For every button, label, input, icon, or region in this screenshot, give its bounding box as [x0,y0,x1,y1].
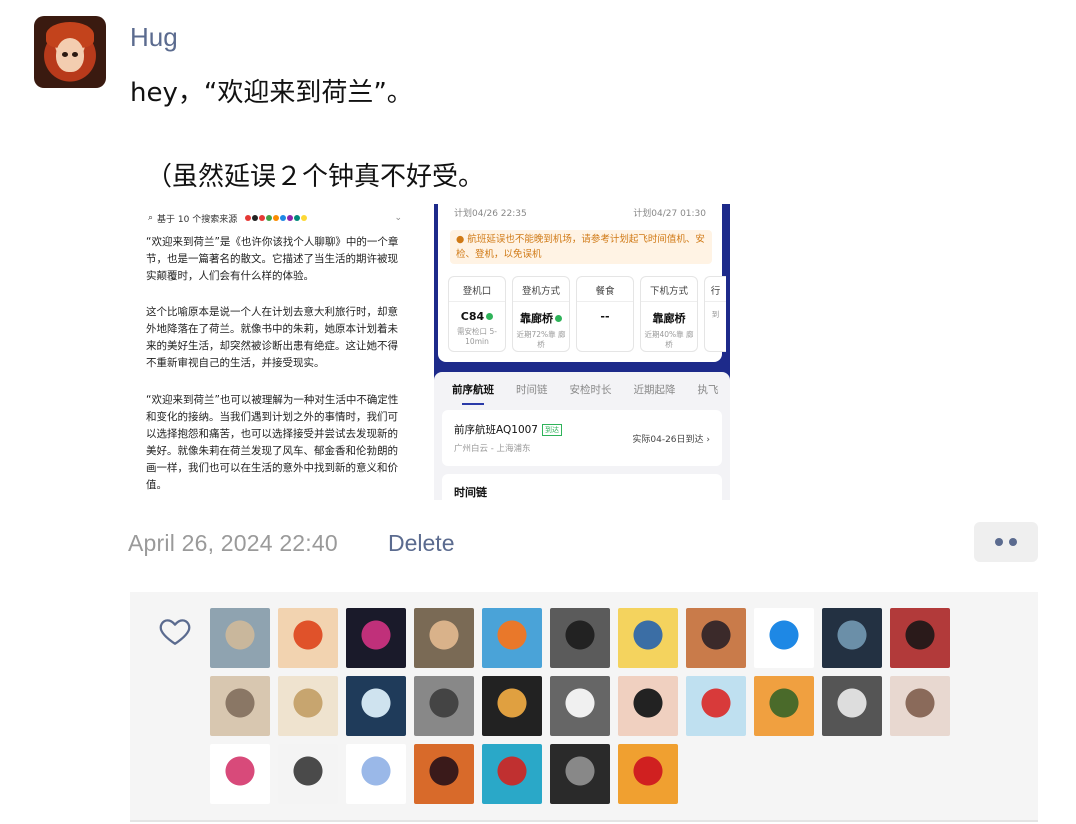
tab-operating: 执飞 [697,384,719,396]
liker-avatar[interactable] [414,744,474,804]
liker-avatar[interactable] [482,676,542,736]
liker-avatar[interactable] [210,676,270,736]
tab-recent-ops: 近期起降 [633,384,676,396]
tile-value: C84 [449,310,505,323]
liker-avatar[interactable] [278,744,338,804]
flight-route: 广州白云 - 上海浦东 [454,444,531,454]
source-favicons [245,215,308,221]
post-meta: April 26, 2024 22:40 Delete [128,530,454,557]
tile-header: 行 [705,277,726,302]
time-chain-title: 时间链 [454,486,487,499]
dot-icon [995,538,1003,546]
tile-value: 靠廊桥 [652,312,686,325]
tile-boarding: 登机方式 靠廊桥 近期72%靠 廊桥 [512,276,570,352]
warning-text: 航班延误也不能晚到机场，请参考计划起飞时间值机、安检、登机，以免误机 [456,234,705,260]
liker-avatar[interactable] [890,676,950,736]
author-name[interactable]: Hug [130,22,178,53]
delete-link[interactable]: Delete [388,530,454,557]
status-badge: 到达 [542,424,562,436]
liker-avatar[interactable] [278,676,338,736]
tile-header: 下机方式 [641,277,697,302]
liker-avatar[interactable] [618,608,678,668]
flight-actual: 实际04-26日到达 › [632,435,710,445]
time-chain-card: 时间链 [442,474,722,500]
heart-outline-icon[interactable] [158,614,192,648]
detail-tabs: 前序航班 时间链 安检时长 近期起降 执飞 [452,382,719,405]
tile-value: -- [600,310,610,323]
liker-avatar[interactable] [346,608,406,668]
flight-app-screenshot: 计划04/26 22:35 计划04/27 01:30 ● 航班延误也不能晚到机… [434,204,730,500]
sources-label: 基于 10 个搜索来源 [157,214,238,225]
tile-sub: 到 [711,310,720,319]
liker-avatar[interactable] [278,608,338,668]
liker-avatar[interactable] [482,744,542,804]
sources-row: ⌕ 基于 10 个搜索来源 ⌄ [148,210,402,226]
plan-times: 计划04/26 22:35 计划04/27 01:30 [454,206,706,219]
answer-paragraph-1: “欢迎来到荷兰”是《也许你该找个人聊聊》中的一个章节，也是一篇著名的散文。它描述… [146,236,399,282]
plan-arrival: 计划04/27 01:30 [633,209,706,219]
liker-avatar[interactable] [822,676,882,736]
avatar-eye-right [72,52,78,57]
tile-header: 登机口 [449,277,505,302]
liker-avatar[interactable] [550,676,610,736]
liker-avatar[interactable] [890,608,950,668]
more-actions-button[interactable] [974,522,1038,562]
tile-header: 登机方式 [513,277,569,302]
liker-avatar[interactable] [210,608,270,668]
liker-avatar[interactable] [414,608,474,668]
delay-warning: ● 航班延误也不能晚到机场，请参考计划起飞时间值机、安检、登机，以免误机 [450,230,712,264]
liker-avatar[interactable] [822,608,882,668]
tab-security-time: 安检时长 [569,384,612,396]
ai-answer-screenshot: ⌕ 基于 10 个搜索来源 ⌄ “欢迎来到荷兰”是《也许你该找个人聊聊》中的一个… [140,204,410,500]
liker-avatar[interactable] [210,744,270,804]
post-timestamp: April 26, 2024 22:40 [128,530,338,556]
liker-avatar[interactable] [550,744,610,804]
tab-previous-flight: 前序航班 [452,384,494,405]
tile-gate: 登机口 C84 需安检口 5-10min [448,276,506,352]
chevron-down-icon: ⌄ [394,213,402,223]
flight-info-card: 计划04/26 22:35 计划04/27 01:30 ● 航班延误也不能晚到机… [438,204,726,362]
liker-avatar[interactable] [618,744,678,804]
tile-luggage: 行 到 [704,276,726,352]
liker-avatar[interactable] [346,676,406,736]
tile-sub: 近期72%靠 廊桥 [516,330,566,349]
liker-avatar[interactable] [482,608,542,668]
post-text-line-1: hey，“欢迎来到荷兰”。 [130,78,413,108]
plan-departure: 计划04/26 22:35 [454,209,527,219]
likes-panel [130,592,1038,822]
liker-avatar[interactable] [618,676,678,736]
flight-details: 前序航班 时间链 安检时长 近期起降 执飞 前序航班AQ1007 到达 广州白云 … [434,372,730,500]
liker-avatar[interactable] [686,676,746,736]
tab-time-chain: 时间链 [516,384,548,396]
tile-sub: 需安检口 5-10min [457,327,497,346]
clock-icon [555,315,562,322]
warning-icon: ● [456,234,465,245]
tile-value: 靠廊桥 [513,310,569,326]
answer-paragraph-3: “欢迎来到荷兰”也可以被理解为一种对生活中不确定性和变化的接纳。当我们遇到计划之… [146,394,399,491]
tile-meal: 餐食 -- [576,276,634,352]
liker-avatar[interactable] [754,608,814,668]
liker-avatar[interactable] [754,676,814,736]
avatar-face [56,38,84,72]
liker-avatar[interactable] [686,608,746,668]
tile-deplane: 下机方式 靠廊桥 近期40%靠 廊桥 [640,276,698,352]
flight-title: 前序航班AQ1007 到达 [454,422,562,437]
author-avatar[interactable] [34,16,106,88]
avatar-eye-left [62,52,68,57]
post-text-line-2: （虽然延误２个钟真不好受。 [146,162,485,192]
liker-avatar[interactable] [346,744,406,804]
post-image[interactable]: ⌕ 基于 10 个搜索来源 ⌄ “欢迎来到荷兰”是《也许你该找个人聊聊》中的一个… [140,204,730,500]
location-pin-icon [486,313,494,320]
answer-paragraph-2: 这个比喻原本是说一个人在计划去意大利旅行时，却意外地降落在了荷兰。就像书中的朱莉… [146,306,398,369]
info-tiles: 登机口 C84 需安检口 5-10min 登机方式 靠廊桥 近期72%靠 廊桥 … [448,276,726,352]
liker-avatar[interactable] [414,676,474,736]
tile-header: 餐食 [577,277,633,302]
previous-flight-card: 前序航班AQ1007 到达 广州白云 - 上海浦东 实际04-26日到达 › [442,410,722,466]
search-icon: ⌕ [148,213,154,223]
dot-icon [1009,538,1017,546]
liker-avatar[interactable] [550,608,610,668]
tile-sub: 近期40%靠 廊桥 [644,330,694,349]
